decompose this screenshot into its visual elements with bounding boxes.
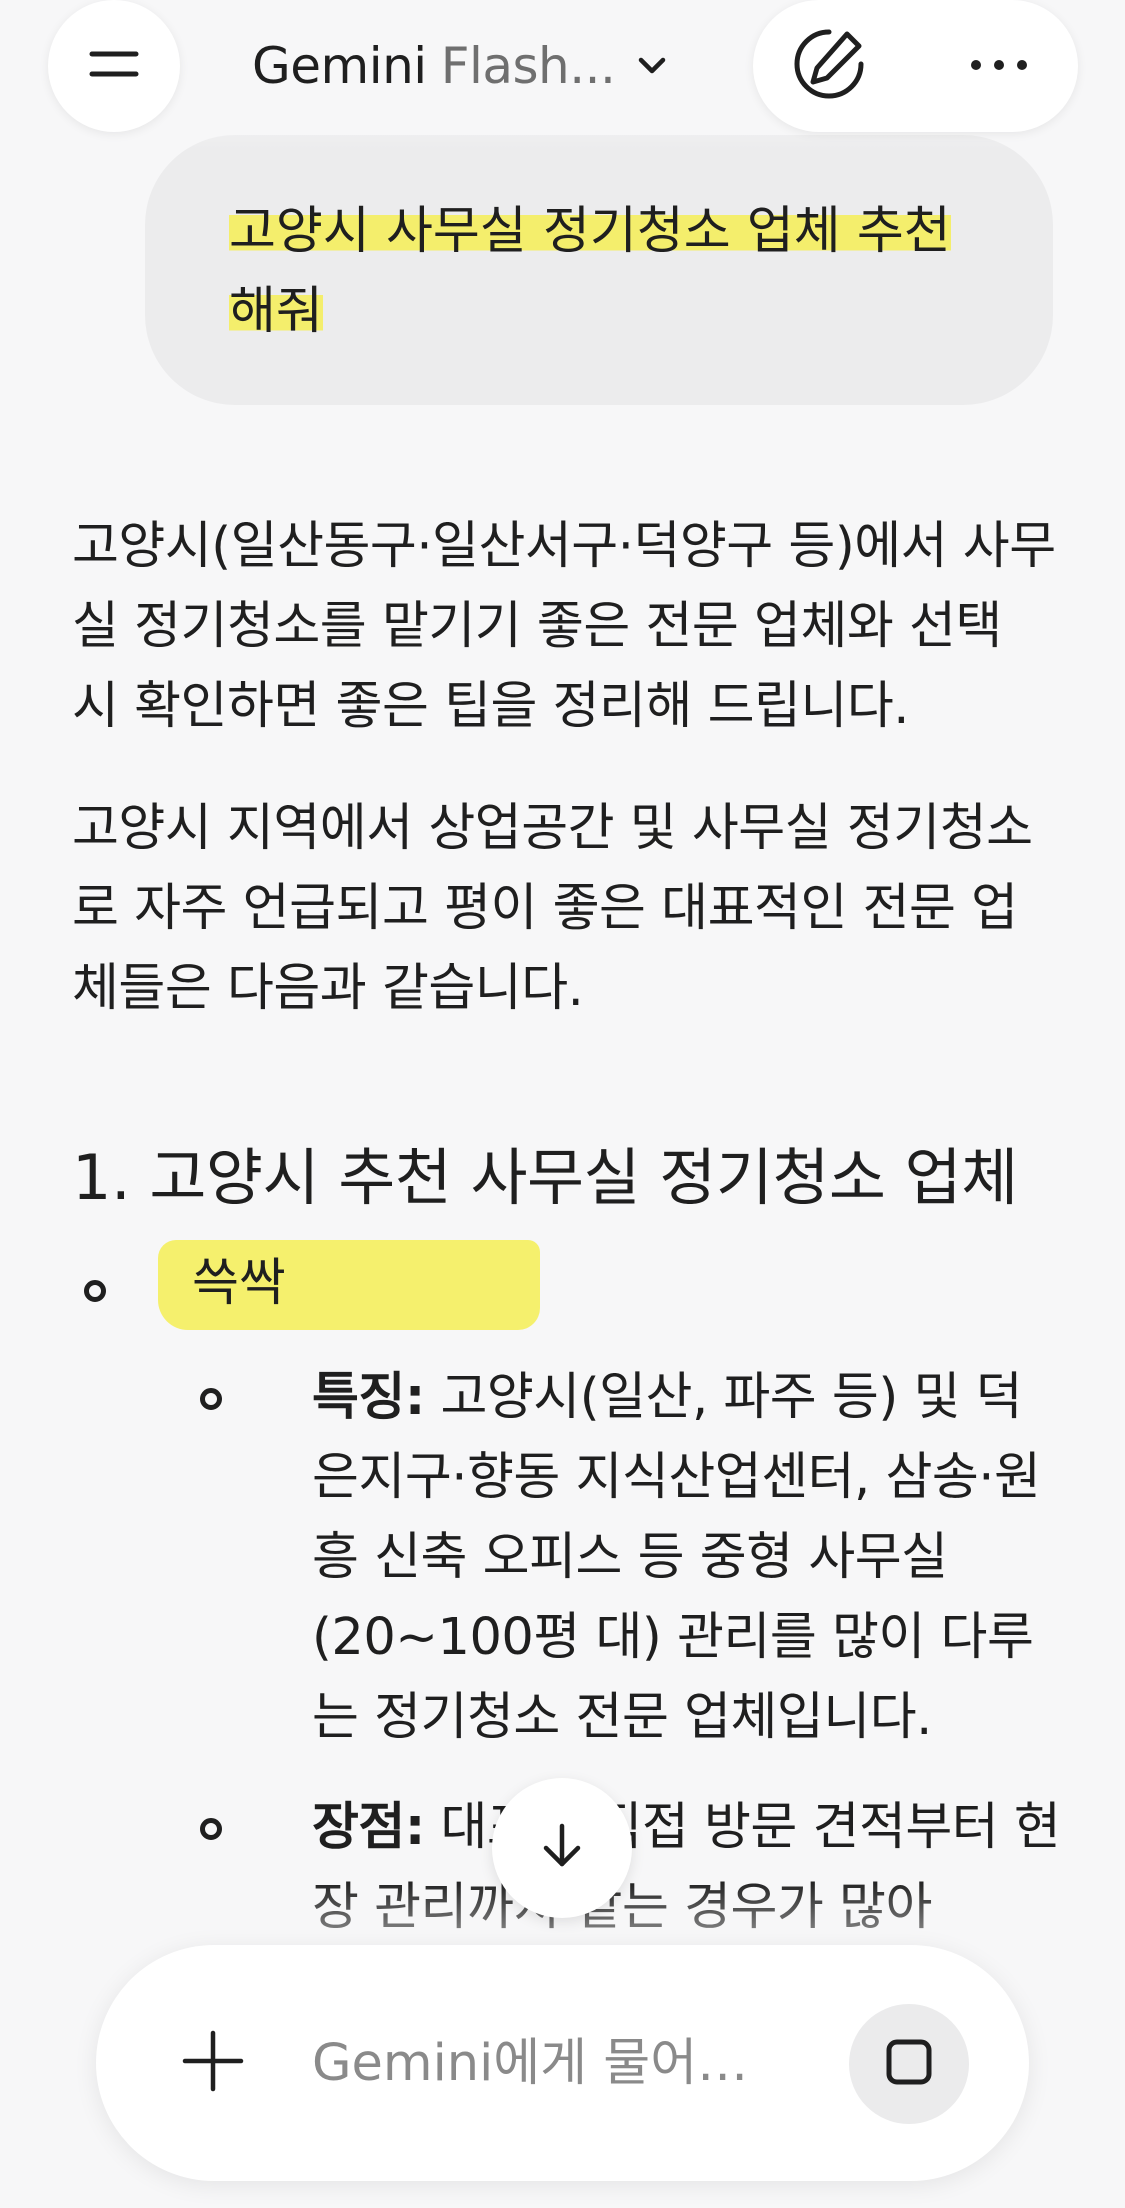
prompt-input[interactable] [312,2023,782,2103]
stop-square-icon [885,2038,933,2090]
response-body: 고양시(일산동구·일산서구·덕양구 등)에서 사무실 정기청소를 맡기기 좋은 … [72,507,1062,1029]
add-attachment-button[interactable] [168,2018,258,2108]
arrow-down-icon [540,1822,584,1874]
company-list-item: 쓱싹 [80,1240,540,1330]
scroll-to-bottom-button[interactable] [492,1778,632,1918]
stop-generation-button[interactable] [849,2004,969,2124]
model-switcher[interactable]: Gemini Flash... [252,28,667,104]
user-message-bubble: 고양시 사무실 정기청소 업체 추천 해줘 [145,135,1053,405]
menu-button[interactable] [48,0,180,132]
company-name: 쓱싹 [192,1254,286,1313]
response-paragraph: 고양시 지역에서 상업공간 및 사무실 정기청소로 자주 언급되고 평이 좋은 … [72,799,1033,1018]
user-message-line: 해줘 [229,282,323,341]
edit-pencil-icon [789,24,869,108]
model-name: Gemini [252,37,427,95]
bullet-icon [200,1818,222,1840]
detail-label: 장점: [312,1798,425,1857]
bullet-icon [200,1388,222,1410]
chevron-down-icon [637,56,667,76]
bullet-icon [84,1280,106,1302]
detail-text: 특징: 고양시(일산, 파주 등) 및 덕은지구·향동 지식산업센터, 삼송·원… [312,1358,1062,1758]
header-actions [753,0,1078,132]
plus-icon [181,2029,245,2097]
new-chat-button[interactable] [783,20,875,112]
detail-label: 특징: [312,1368,425,1427]
section-heading: 1. 고양시 추천 사무실 정기청소 업체 [72,1141,1018,1214]
more-options-button[interactable] [953,20,1045,112]
menu-icon [89,47,139,85]
user-message-line: 고양시 사무실 정기청소 업체 추천 [229,202,951,261]
response-paragraph: 고양시(일산동구·일산서구·덕양구 등)에서 사무실 정기청소를 맡기기 좋은 … [72,517,1056,736]
model-variant: Flash... [440,37,616,95]
more-horizontal-icon [969,57,1029,76]
prompt-composer [96,1945,1029,2181]
